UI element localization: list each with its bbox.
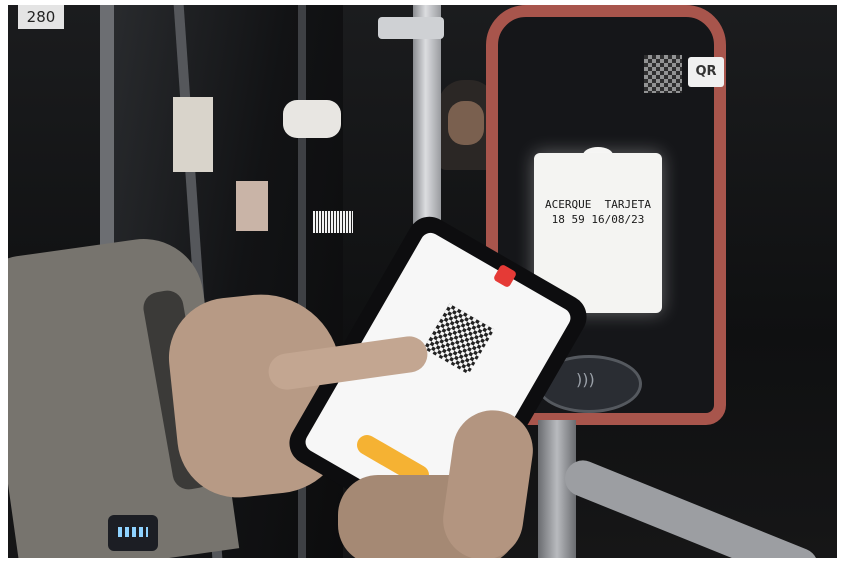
validator-qr-scanner bbox=[644, 55, 682, 93]
barcode-sticker bbox=[313, 211, 353, 233]
handrail bbox=[559, 455, 824, 558]
contactless-icon: ))) bbox=[576, 370, 595, 389]
qr-label: QR bbox=[688, 57, 724, 87]
screen-line-2: 18 59 16/08/23 bbox=[551, 213, 645, 226]
watch-display bbox=[118, 527, 148, 537]
cloth bbox=[283, 100, 341, 138]
image-frame: 280 QR ACERQUE TARJETA 18 59 16/08/23 ))… bbox=[0, 0, 843, 563]
door-sticker bbox=[236, 181, 268, 231]
screen-line-1: ACERQUE TARJETA bbox=[545, 198, 651, 211]
pole-clamp bbox=[378, 17, 444, 39]
bus-number-sticker: 280 bbox=[18, 5, 64, 29]
photo: 280 QR ACERQUE TARJETA 18 59 16/08/23 ))… bbox=[8, 5, 837, 558]
passenger-face bbox=[448, 101, 484, 145]
door-sticker bbox=[173, 97, 213, 172]
validator-screen-text: ACERQUE TARJETA 18 59 16/08/23 bbox=[534, 197, 662, 227]
